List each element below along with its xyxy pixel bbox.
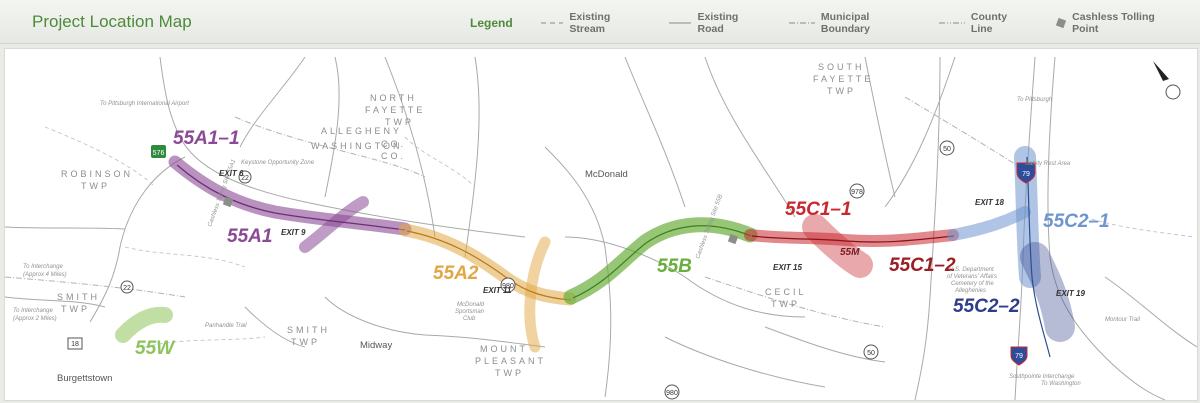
annotation: Club	[463, 316, 476, 322]
township-label: TWP	[61, 304, 90, 314]
township-label: SOUTH	[818, 62, 865, 72]
solid-line-icon	[668, 22, 692, 24]
segment-label-55m: 55M	[840, 247, 860, 258]
annotation: of Veterans' Affairs	[947, 274, 997, 280]
north-arrow-icon	[1153, 61, 1181, 100]
legend: Legend Existing Stream Existing Road Mun…	[470, 11, 1200, 35]
page-title: Project Location Map	[32, 12, 192, 31]
tolling-point-icon	[1055, 17, 1067, 29]
legend-label: Cashless Tolling Point	[1072, 11, 1155, 35]
annotation: Panhandle Trail	[205, 323, 247, 329]
segment-label-55c2-1: 55C2–1	[1043, 211, 1110, 232]
township-label: TWP	[771, 299, 800, 309]
county-label: CO.	[381, 151, 406, 161]
route-978-shield: 978	[849, 183, 865, 199]
pa-576-shield: 576	[151, 145, 166, 158]
township-label: TWP	[81, 181, 110, 191]
exit-label: EXIT 9	[281, 228, 306, 237]
segment-label-55c1-2: 55C1–2	[889, 255, 956, 276]
header-bar: Project Location Map Legend Existing Str…	[0, 0, 1200, 44]
annotation: To Interchange	[13, 308, 53, 314]
annotation: (Approx 4 Miles)	[23, 272, 67, 278]
annotation: To Washington	[1041, 381, 1081, 387]
annotation: Keystone Opportunity Zone	[241, 160, 315, 166]
segment-label-55a1: 55A1	[227, 226, 272, 247]
route-18-shield: 18	[67, 337, 83, 350]
township-label: FAYETTE	[365, 105, 425, 115]
township-label: MOUNT	[480, 344, 528, 354]
interstate-79-shield: 79	[1010, 346, 1028, 366]
dash-dot-line-icon	[788, 22, 815, 24]
annotation: Alleghenies	[954, 288, 986, 294]
township-label: ROBINSON	[61, 169, 133, 179]
exit-label: EXIT 15	[773, 263, 802, 272]
svg-text:79: 79	[1022, 171, 1030, 178]
svg-text:79: 79	[1015, 353, 1023, 360]
segment-55m-highlight[interactable]	[802, 214, 873, 278]
annotation: Cemetery of the	[951, 281, 994, 287]
legend-item-municipal-boundary: Municipal Boundary	[788, 11, 909, 35]
svg-text:978: 978	[851, 189, 863, 196]
annotation: U.S. Department	[949, 267, 994, 273]
route-50-shield: 50	[863, 344, 879, 360]
route-980-shield: 980	[664, 384, 680, 400]
svg-text:50: 50	[943, 146, 951, 153]
annotation: Southpointe Interchange	[1009, 374, 1075, 380]
legend-label: Existing Stream	[569, 11, 611, 35]
legend-title: Legend	[470, 16, 513, 30]
svg-text:50: 50	[867, 350, 875, 357]
legend-label: County Line	[970, 11, 1008, 35]
township-label: NORTH	[370, 93, 417, 103]
township-label: PLEASANT	[475, 356, 546, 366]
legend-item-county-line: County Line	[938, 11, 1024, 35]
annotation: McDonald	[457, 302, 485, 308]
segment-label-55c2-2: 55C2–2	[953, 296, 1020, 317]
annotation: To Pittsburgh	[1017, 97, 1053, 103]
exit-label: EXIT 19	[1056, 289, 1085, 298]
legend-label: Existing Road	[697, 11, 739, 35]
svg-text:980: 980	[666, 390, 678, 397]
segment-label-55a1-1: 55A1–1	[173, 128, 240, 149]
exit-label: EXIT 18	[975, 198, 1004, 207]
town-label-mcdonald: McDonald	[585, 169, 628, 180]
legend-item-existing-road: Existing Road	[668, 11, 759, 35]
town-label-burgettstown: Burgettstown	[57, 373, 112, 384]
segment-label-55b: 55B	[657, 256, 692, 277]
annotation: Montour Trail	[1105, 317, 1141, 323]
annotation: Safety Rest Area	[1025, 161, 1071, 167]
township-label: FAYETTE	[813, 74, 873, 84]
route-22-shield: 22	[120, 280, 134, 294]
route-50-shield: 50	[939, 140, 955, 156]
svg-text:18: 18	[71, 341, 79, 348]
legend-label: Municipal Boundary	[820, 11, 870, 35]
dashed-line-icon	[540, 22, 564, 24]
legend-item-existing-stream: Existing Stream	[540, 11, 639, 35]
township-label: SMITH	[57, 292, 100, 302]
segment-label-55w: 55W	[135, 338, 176, 359]
dash-double-dot-line-icon	[938, 22, 965, 24]
township-label: TWP	[291, 337, 320, 347]
township-label: SMITH	[287, 325, 330, 335]
township-label: TWP	[495, 368, 524, 378]
annotation: To Pittsburgh International Airport	[100, 101, 189, 107]
annotation: (Approx 2 Miles)	[13, 316, 57, 322]
township-label: TWP	[827, 86, 856, 96]
segment-55w-highlight[interactable]	[115, 306, 173, 343]
county-label: CO.	[381, 139, 406, 149]
legend-item-cashless-tolling-point: Cashless Tolling Point	[1054, 11, 1170, 35]
town-label-midway: Midway	[360, 340, 392, 351]
map-panel[interactable]: 576 22 22 980 980 978 50 50 18 79 79 55A…	[4, 48, 1198, 401]
annotation: To Interchange	[23, 264, 63, 270]
township-label: CECIL	[765, 287, 807, 297]
county-label: ALLEGHENY	[321, 126, 402, 136]
page: Project Location Map Legend Existing Str…	[0, 0, 1200, 403]
svg-text:576: 576	[153, 150, 165, 157]
annotation: Sportsman	[455, 309, 485, 315]
exit-label: EXIT 11	[483, 286, 512, 295]
segment-label-55a2: 55A2	[433, 263, 479, 284]
project-map[interactable]: 576 22 22 980 980 978 50 50 18 79 79 55A…	[5, 49, 1197, 400]
segment-label-55c1-1: 55C1–1	[785, 199, 852, 220]
svg-text:22: 22	[123, 285, 131, 292]
segment-55c2-1-tie	[947, 206, 1031, 241]
